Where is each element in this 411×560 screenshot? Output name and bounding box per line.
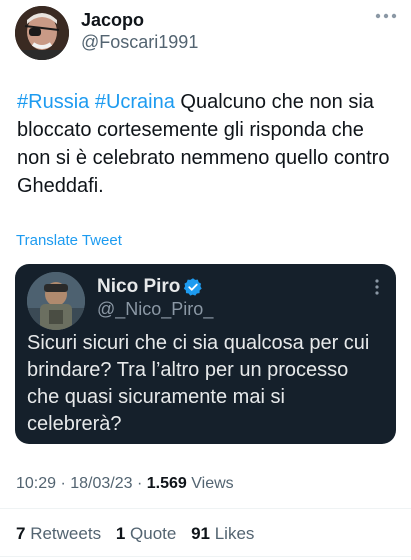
author-handle[interactable]: @Foscari1991 bbox=[81, 32, 198, 53]
tweet-header: Jacopo @Foscari1991 bbox=[15, 6, 397, 62]
more-dots-icon[interactable] bbox=[374, 278, 380, 296]
more-dots-icon[interactable] bbox=[375, 10, 397, 22]
quoted-avatar[interactable] bbox=[27, 272, 85, 330]
retweets-stat[interactable]: 7 Retweets bbox=[16, 524, 101, 543]
views-count: 1.569 bbox=[146, 475, 187, 492]
hashtag-link[interactable]: #Russia bbox=[17, 91, 89, 113]
likes-stat[interactable]: 91 Likes bbox=[191, 524, 254, 543]
translate-link[interactable]: Translate Tweet bbox=[16, 232, 122, 249]
tweet-timestamp[interactable]: 10:29 · 18/03/23 · bbox=[16, 475, 147, 492]
author-name[interactable]: Jacopo bbox=[81, 10, 144, 31]
tweet-meta: 10:29 · 18/03/23 · 1.569 Views bbox=[16, 475, 234, 493]
likes-label: Likes bbox=[214, 524, 255, 543]
retweets-label: Retweets bbox=[30, 524, 102, 543]
divider bbox=[0, 508, 411, 509]
author-avatar[interactable] bbox=[15, 6, 69, 60]
quoted-author-name[interactable]: Nico Piro bbox=[97, 276, 180, 298]
retweets-count: 7 bbox=[16, 524, 26, 543]
avatar-image bbox=[15, 6, 69, 60]
views-label: Views bbox=[186, 475, 234, 492]
divider bbox=[0, 556, 411, 557]
quoted-tweet-text: Sicuri sicuri che ci sia qualcosa per cu… bbox=[27, 332, 370, 435]
quoted-author-handle[interactable]: @_Nico_Piro_ bbox=[97, 299, 213, 320]
likes-count: 91 bbox=[191, 524, 210, 543]
quoted-tweet[interactable]: Nico Piro @_Nico_Piro_ Sicuri sicuri che… bbox=[15, 264, 396, 444]
hashtag-link[interactable]: #Ucraina bbox=[95, 91, 175, 113]
tweet-stats: 7 Retweets 1 Quote 91 Likes bbox=[16, 524, 264, 544]
avatar-image bbox=[27, 272, 85, 330]
quotes-label: Quote bbox=[130, 524, 177, 543]
verified-badge-icon bbox=[183, 278, 202, 296]
tweet-text: #Russia #Ucraina Qualcuno che non sia bl… bbox=[17, 88, 397, 200]
quotes-stat[interactable]: 1 Quote bbox=[116, 524, 177, 543]
quotes-count: 1 bbox=[115, 524, 126, 543]
